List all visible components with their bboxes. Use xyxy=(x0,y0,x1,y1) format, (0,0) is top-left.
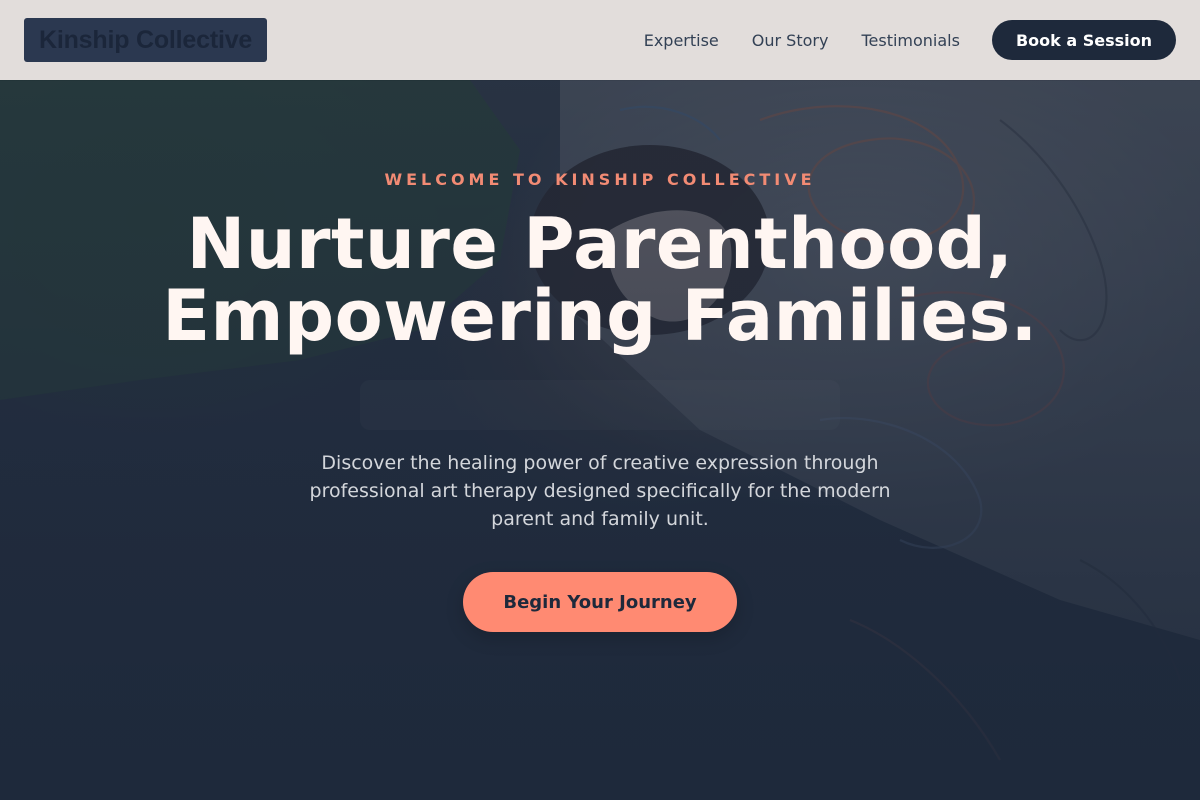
site-header: Kinship Collective Expertise Our Story T… xyxy=(0,0,1200,80)
nav-link-testimonials[interactable]: Testimonials xyxy=(861,31,960,50)
brand-logo[interactable]: Kinship Collective xyxy=(24,18,268,62)
hero-headline: Nurture Parenthood, Empowering Families. xyxy=(162,203,1038,357)
hero-subtitle: Discover the healing power of creative e… xyxy=(309,452,891,530)
hero-eyebrow: WELCOME TO KINSHIP COLLECTIVE xyxy=(384,170,816,189)
begin-journey-button[interactable]: Begin Your Journey xyxy=(463,572,737,632)
nav-link-expertise[interactable]: Expertise xyxy=(644,31,719,50)
book-session-button[interactable]: Book a Session xyxy=(991,20,1176,60)
hero-content: WELCOME TO KINSHIP COLLECTIVE Nurture Pa… xyxy=(0,0,1200,800)
nav-link-our-story[interactable]: Our Story xyxy=(752,31,829,50)
main-nav: Expertise Our Story Testimonials xyxy=(644,31,960,50)
nav-right: Expertise Our Story Testimonials Book a … xyxy=(644,20,1176,60)
